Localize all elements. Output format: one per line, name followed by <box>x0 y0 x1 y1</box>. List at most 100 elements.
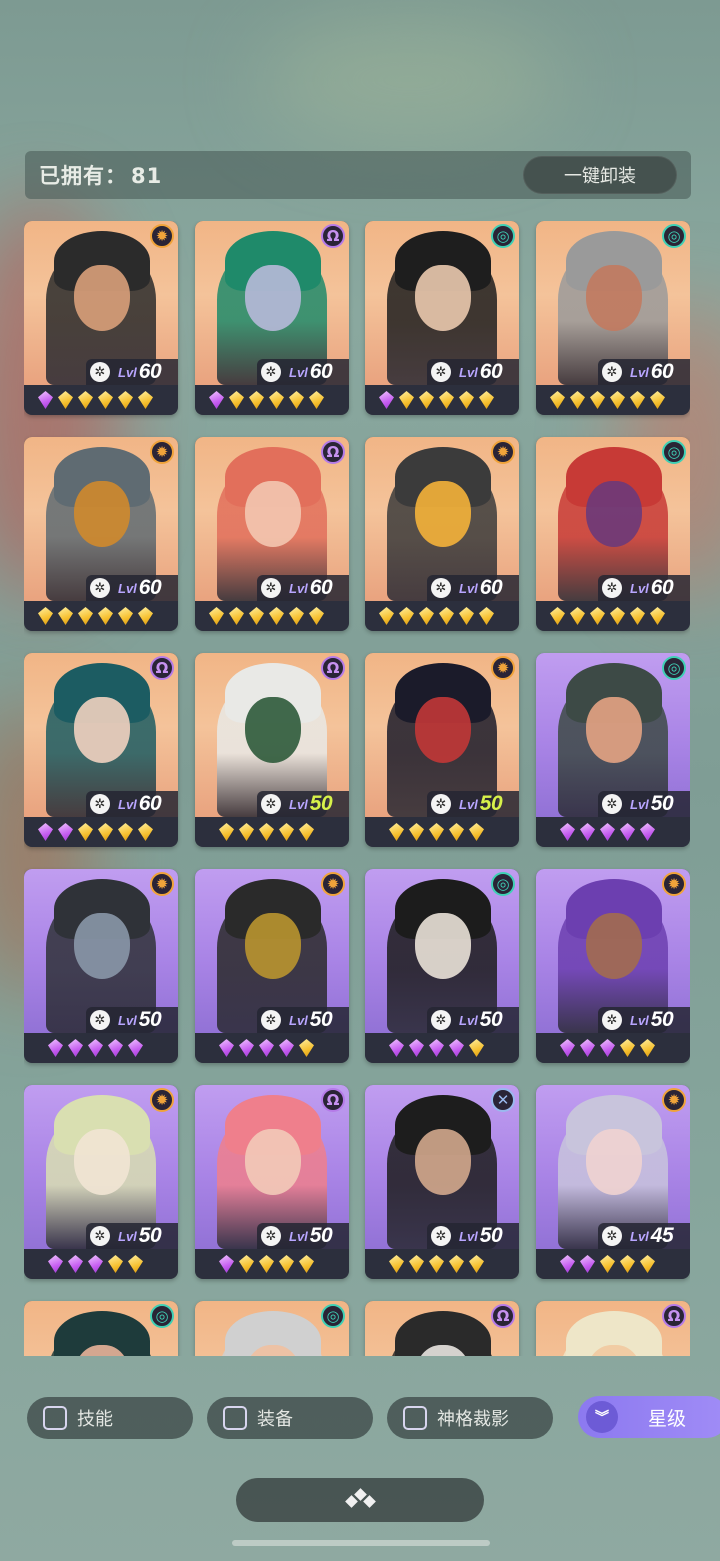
hero-card[interactable]: Ω ✲ Lvl 60 <box>24 653 178 847</box>
hero-face <box>415 481 471 547</box>
hero-card[interactable]: ✹ ✲ Lvl 45 <box>536 1085 690 1279</box>
hero-card[interactable]: ✹ ✲ Lvl 50 <box>365 653 519 847</box>
sun-element-icon: ✹ <box>150 1088 174 1112</box>
level-value: 50 <box>479 1008 503 1031</box>
gold-gem-icon <box>600 1255 615 1273</box>
void-element-icon: Ω <box>321 224 345 248</box>
gold-gem-icon <box>479 391 494 409</box>
hero-card[interactable]: Ω ✲ Lvl 50 <box>195 653 349 847</box>
hero-card[interactable]: ◎ <box>24 1301 178 1356</box>
checkbox-icon[interactable] <box>43 1406 67 1430</box>
hero-card[interactable]: ✹ ✲ Lvl 60 <box>24 221 178 415</box>
gold-gem-icon <box>449 823 464 841</box>
hero-card[interactable]: ✹ ✲ Lvl 50 <box>195 869 349 1063</box>
gold-gem-icon <box>630 391 645 409</box>
level-bar: ✲ Lvl 60 <box>257 575 349 601</box>
level-label: Lvl <box>630 1012 649 1028</box>
gold-gem-icon <box>279 1255 294 1273</box>
gold-gem-icon <box>620 1039 635 1057</box>
level-label: Lvl <box>630 364 649 380</box>
class-icon: ✲ <box>431 794 451 814</box>
hero-card[interactable]: Ω <box>536 1301 690 1356</box>
purple-gem-icon <box>560 1255 575 1273</box>
unequip-all-button[interactable]: 一键卸装 <box>523 156 677 194</box>
hero-card[interactable]: Ω ✲ Lvl 50 <box>195 1085 349 1279</box>
hero-face <box>74 265 130 331</box>
sort-label: 星级 <box>648 1407 687 1430</box>
hero-card[interactable]: ◎ ✲ Lvl 60 <box>536 437 690 631</box>
gold-gem-icon <box>439 607 454 625</box>
level-value: 50 <box>650 792 674 815</box>
owned-label: 已拥有： <box>39 164 127 188</box>
purple-gem-icon <box>429 1039 444 1057</box>
purple-gem-icon <box>209 391 224 409</box>
filter-equipment[interactable]: 装备 <box>207 1397 373 1439</box>
level-value: 60 <box>309 576 333 599</box>
hero-card[interactable]: Ω ✲ Lvl 60 <box>195 221 349 415</box>
owned-count-label: 已拥有： 81 <box>39 160 162 190</box>
hero-face <box>74 697 130 763</box>
gold-gem-icon <box>389 823 404 841</box>
hero-face <box>74 1129 130 1195</box>
level-bar: ✲ Lvl 50 <box>257 1223 349 1249</box>
hero-face <box>74 913 130 979</box>
level-bar: ✲ Lvl 60 <box>257 359 349 385</box>
class-icon: ✲ <box>90 794 110 814</box>
gold-gem-icon <box>419 607 434 625</box>
hero-card[interactable]: ✹ ✲ Lvl 60 <box>24 437 178 631</box>
star-rating <box>195 1033 349 1063</box>
hero-card[interactable]: ✹ ✲ Lvl 50 <box>536 869 690 1063</box>
wind-element-icon: ◎ <box>491 224 515 248</box>
gold-gem-icon <box>269 607 284 625</box>
level-label: Lvl <box>289 364 308 380</box>
purple-gem-icon <box>449 1039 464 1057</box>
hero-card[interactable]: ◎ ✲ Lvl 50 <box>536 653 690 847</box>
purple-gem-icon <box>68 1039 83 1057</box>
filter-divine-shadow[interactable]: 神格裁影 <box>387 1397 553 1439</box>
gold-gem-icon <box>650 391 665 409</box>
hero-card[interactable]: ✹ ✲ Lvl 50 <box>24 1085 178 1279</box>
purple-gem-icon <box>580 1255 595 1273</box>
hero-card[interactable]: ◎ <box>195 1301 349 1356</box>
hero-card[interactable]: Ω ✲ Lvl 60 <box>195 437 349 631</box>
class-icon: ✲ <box>602 1010 622 1030</box>
class-icon: ✲ <box>602 578 622 598</box>
class-icon: ✲ <box>602 794 622 814</box>
void-element-icon: Ω <box>491 1304 515 1328</box>
hero-card[interactable]: ◎ ✲ Lvl 60 <box>536 221 690 415</box>
hero-card[interactable]: ◎ ✲ Lvl 50 <box>365 869 519 1063</box>
hero-card[interactable]: Ω <box>365 1301 519 1356</box>
hero-card[interactable]: ✹ ✲ Lvl 60 <box>365 437 519 631</box>
hero-card[interactable]: ◎ ✲ Lvl 60 <box>365 221 519 415</box>
level-bar: ✲ Lvl 60 <box>86 359 178 385</box>
gold-gem-icon <box>640 1255 655 1273</box>
gold-gem-icon <box>78 607 93 625</box>
level-value: 60 <box>138 360 162 383</box>
level-value: 60 <box>479 360 503 383</box>
star-rating <box>536 1033 690 1063</box>
star-rating <box>195 1249 349 1279</box>
purple-gem-icon <box>128 1039 143 1057</box>
gold-gem-icon <box>279 823 294 841</box>
sun-element-icon: ✹ <box>662 872 686 896</box>
wind-element-icon: ◎ <box>662 224 686 248</box>
hero-face <box>245 697 301 763</box>
level-bar: ✲ Lvl 50 <box>427 791 519 817</box>
filter-skill[interactable]: 技能 <box>27 1397 193 1439</box>
wind-element-icon: ◎ <box>491 872 515 896</box>
checkbox-icon[interactable] <box>223 1406 247 1430</box>
gold-gem-icon <box>98 823 113 841</box>
level-value: 50 <box>479 792 503 815</box>
hero-card[interactable]: ✹ ✲ Lvl 50 <box>24 869 178 1063</box>
class-icon: ✲ <box>261 1010 281 1030</box>
gold-gem-icon <box>399 607 414 625</box>
checkbox-icon[interactable] <box>403 1406 427 1430</box>
sort-star-button[interactable]: ︾ 星级 <box>578 1396 720 1438</box>
hero-face <box>586 265 642 331</box>
collapse-button[interactable] <box>236 1478 484 1522</box>
class-icon: ✲ <box>602 362 622 382</box>
hero-card[interactable]: ✕ ✲ Lvl 50 <box>365 1085 519 1279</box>
gold-gem-icon <box>449 1255 464 1273</box>
hero-face <box>415 913 471 979</box>
level-value: 50 <box>138 1224 162 1247</box>
